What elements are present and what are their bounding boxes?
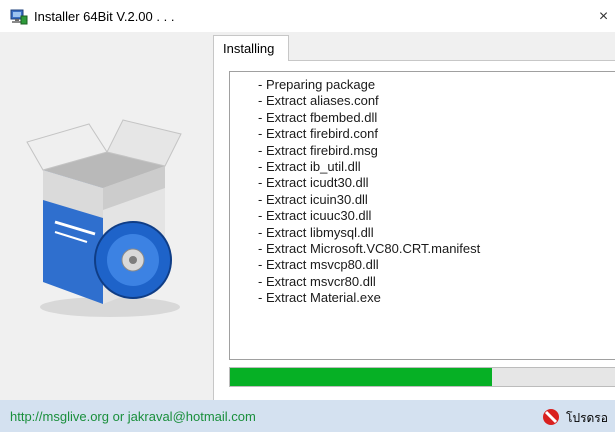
status-bar: http://msglive.org or jakraval@hotmail.c… <box>0 400 615 432</box>
installing-panel: - Preparing package - Extract aliases.co… <box>213 60 615 400</box>
log-line: - Extract msvcp80.dll <box>258 257 379 273</box>
install-progress-bar <box>229 367 615 387</box>
no-entry-icon <box>543 409 559 425</box>
log-line: - Extract firebird.msg <box>258 142 378 158</box>
log-line: - Extract firebird.conf <box>258 126 378 142</box>
log-line: - Preparing package <box>258 77 376 92</box>
software-box-icon <box>26 119 182 317</box>
log-line: - Extract Microsoft.VC80.CRT.manifest <box>258 241 481 257</box>
log-line: - Extract ib_util.dll <box>258 159 361 175</box>
log-line: - Extract icuin30.dll <box>258 191 368 207</box>
log-line: - Extract msvcr80.dll <box>258 273 376 289</box>
wait-label: โปรดรอ <box>566 411 608 425</box>
log-line: - Extract icuuc30.dll <box>258 208 372 224</box>
contact-link[interactable]: http://msglive.org or jakraval@hotmail.c… <box>10 409 256 424</box>
log-list: - Preparing package - Extract aliases.co… <box>230 72 615 307</box>
close-button[interactable]: × <box>592 7 615 27</box>
install-log[interactable]: - Preparing package - Extract aliases.co… <box>229 71 615 360</box>
log-line: - Extract Material.exe <box>258 290 381 306</box>
progress-fill <box>230 368 493 386</box>
installer-computer-icon <box>10 9 28 25</box>
log-line: - Extract aliases.conf <box>258 93 379 109</box>
title-bar: Installer 64Bit V.2.00 . . . × <box>0 0 615 32</box>
tab-installing[interactable]: Installing <box>213 35 289 61</box>
installer-body: Installing - Preparing package - Extract… <box>0 32 615 400</box>
wait-button[interactable]: โปรดรอ <box>542 406 615 428</box>
log-line: - Extract libmysql.dll <box>258 224 374 240</box>
log-line: - Extract fbembed.dll <box>258 109 378 125</box>
window-title: Installer 64Bit V.2.00 . . . <box>34 9 175 24</box>
log-line: - Extract icudt30.dll <box>258 175 369 191</box>
